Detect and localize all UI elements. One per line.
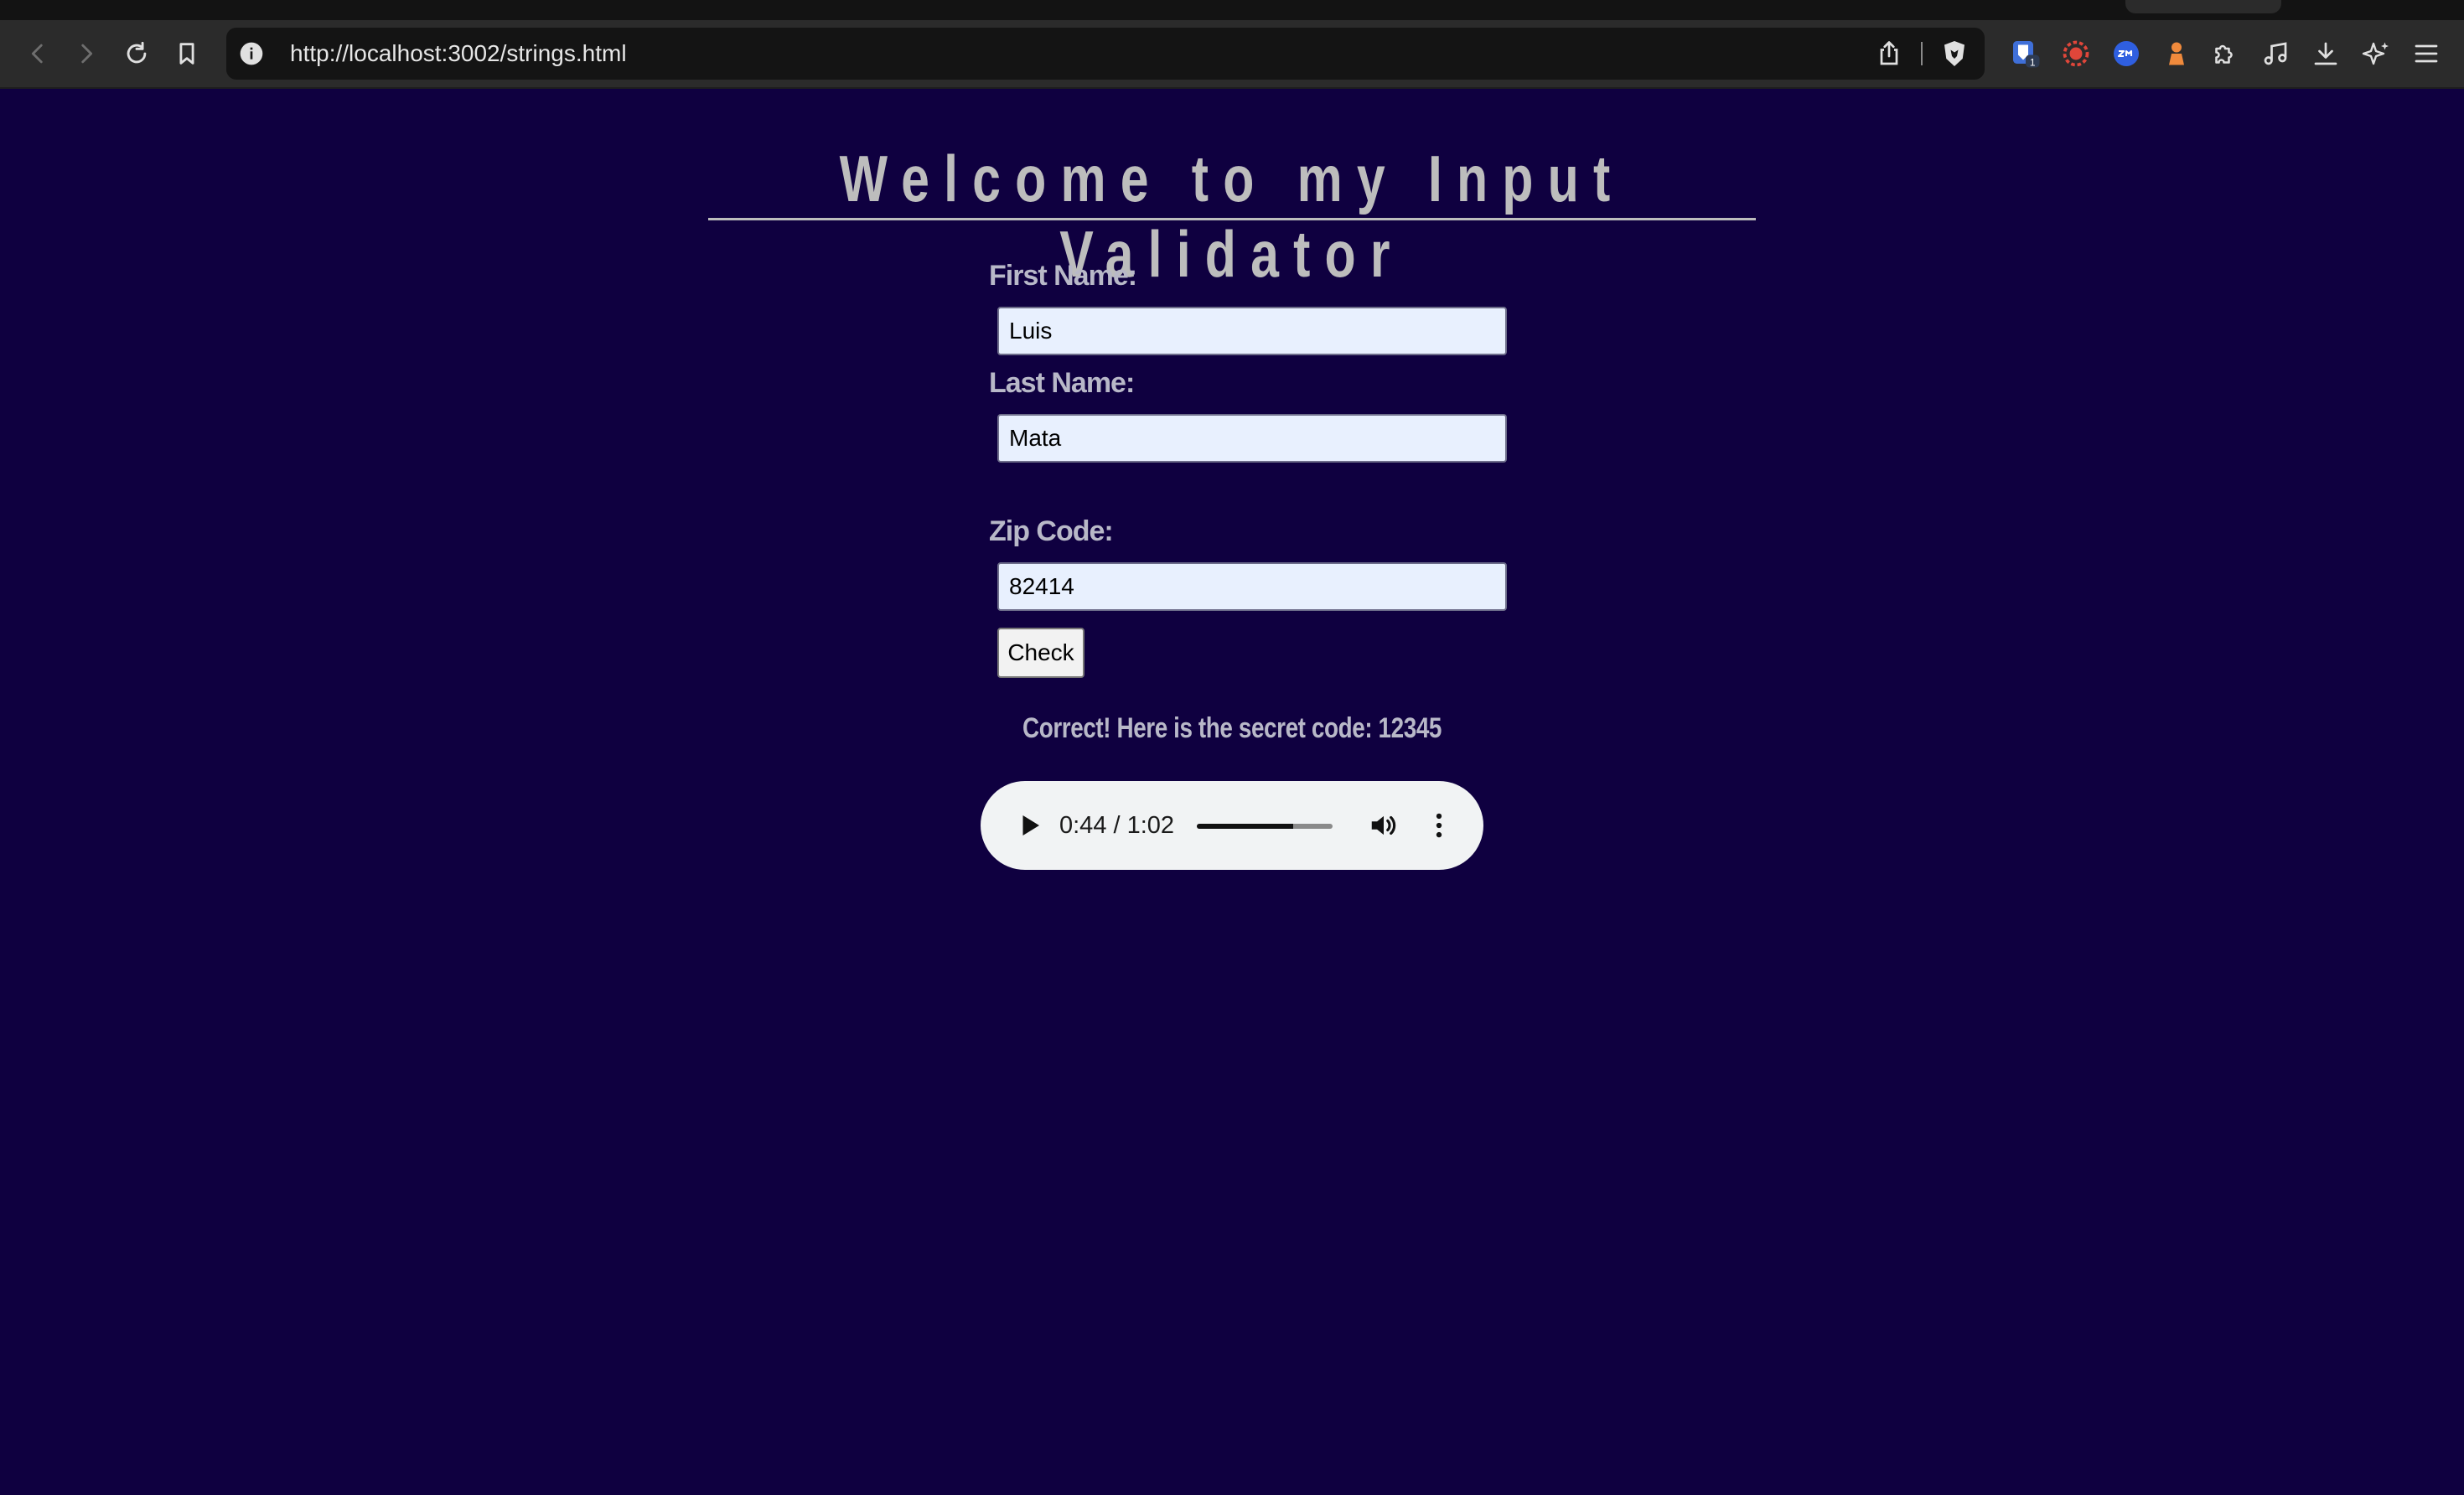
leo-ai-button[interactable] bbox=[2357, 34, 2395, 73]
more-options-icon[interactable] bbox=[1423, 810, 1455, 841]
window-top-strip bbox=[0, 0, 2464, 20]
shield-badge-icon: 1 bbox=[2013, 41, 2040, 68]
page-title: Welcome to my Input Validator bbox=[839, 142, 1625, 291]
zip-code-label: Zip Code: bbox=[989, 515, 1114, 547]
back-arrow-icon bbox=[31, 44, 43, 64]
result-message: Correct! Here is the secret code: 12345 bbox=[1022, 712, 1442, 744]
sparkle-icon bbox=[2362, 42, 2389, 65]
downloads-button[interactable] bbox=[2306, 34, 2345, 73]
extensions-button[interactable] bbox=[2206, 34, 2244, 73]
extension-orange[interactable] bbox=[2157, 34, 2196, 73]
hamburger-menu-icon bbox=[2415, 44, 2438, 63]
red-circle-icon bbox=[2063, 40, 2089, 67]
first-name-input[interactable]: Luis bbox=[997, 307, 1507, 355]
reload-icon bbox=[127, 41, 147, 64]
play-icon[interactable] bbox=[1014, 810, 1044, 841]
download-icon bbox=[2314, 42, 2337, 65]
svg-text:1: 1 bbox=[2030, 56, 2036, 68]
title-underline bbox=[708, 218, 1756, 220]
back-button[interactable] bbox=[18, 34, 57, 73]
extension-zoom[interactable] bbox=[2107, 34, 2146, 73]
forward-arrow-icon bbox=[81, 44, 93, 64]
audio-progress-fill bbox=[1197, 824, 1294, 829]
address-bar[interactable]: http://localhost:3002/strings.html bbox=[226, 28, 1985, 80]
info-icon[interactable] bbox=[238, 40, 265, 67]
first-name-label: First Name: bbox=[989, 260, 1137, 292]
media-button[interactable] bbox=[2256, 34, 2295, 73]
extension-red-badge[interactable] bbox=[2057, 34, 2095, 73]
zoom-icon bbox=[2114, 41, 2139, 66]
reload-button[interactable] bbox=[117, 34, 156, 73]
volume-icon[interactable] bbox=[1368, 810, 1400, 841]
extension-bitwarden[interactable]: 1 bbox=[2006, 34, 2045, 73]
forward-button[interactable] bbox=[67, 34, 106, 73]
check-button[interactable]: Check bbox=[997, 628, 1084, 678]
bookmark-button[interactable] bbox=[168, 34, 206, 73]
audio-progress-bar[interactable] bbox=[1197, 824, 1333, 829]
divider bbox=[1921, 42, 1923, 65]
menu-button[interactable] bbox=[2407, 34, 2446, 73]
music-note-icon bbox=[2264, 42, 2287, 65]
url-text[interactable]: http://localhost:3002/strings.html bbox=[290, 40, 627, 67]
browser-toolbar: http://localhost:3002/strings.html 1 bbox=[0, 20, 2464, 89]
tab-strip-hint[interactable] bbox=[2125, 0, 2281, 13]
brave-shields-icon[interactable] bbox=[1939, 39, 1970, 69]
zip-code-input[interactable]: 82414 bbox=[997, 562, 1507, 611]
share-icon[interactable] bbox=[1874, 39, 1904, 69]
orange-figure-icon bbox=[2169, 42, 2184, 65]
audio-player: 0:44 / 1:02 bbox=[981, 781, 1483, 870]
bookmark-icon bbox=[179, 43, 194, 65]
puzzle-icon bbox=[2215, 44, 2233, 64]
audio-time: 0:44 / 1:02 bbox=[1059, 812, 1175, 839]
last-name-label: Last Name: bbox=[989, 367, 1135, 399]
last-name-input[interactable]: Mata bbox=[997, 414, 1507, 463]
